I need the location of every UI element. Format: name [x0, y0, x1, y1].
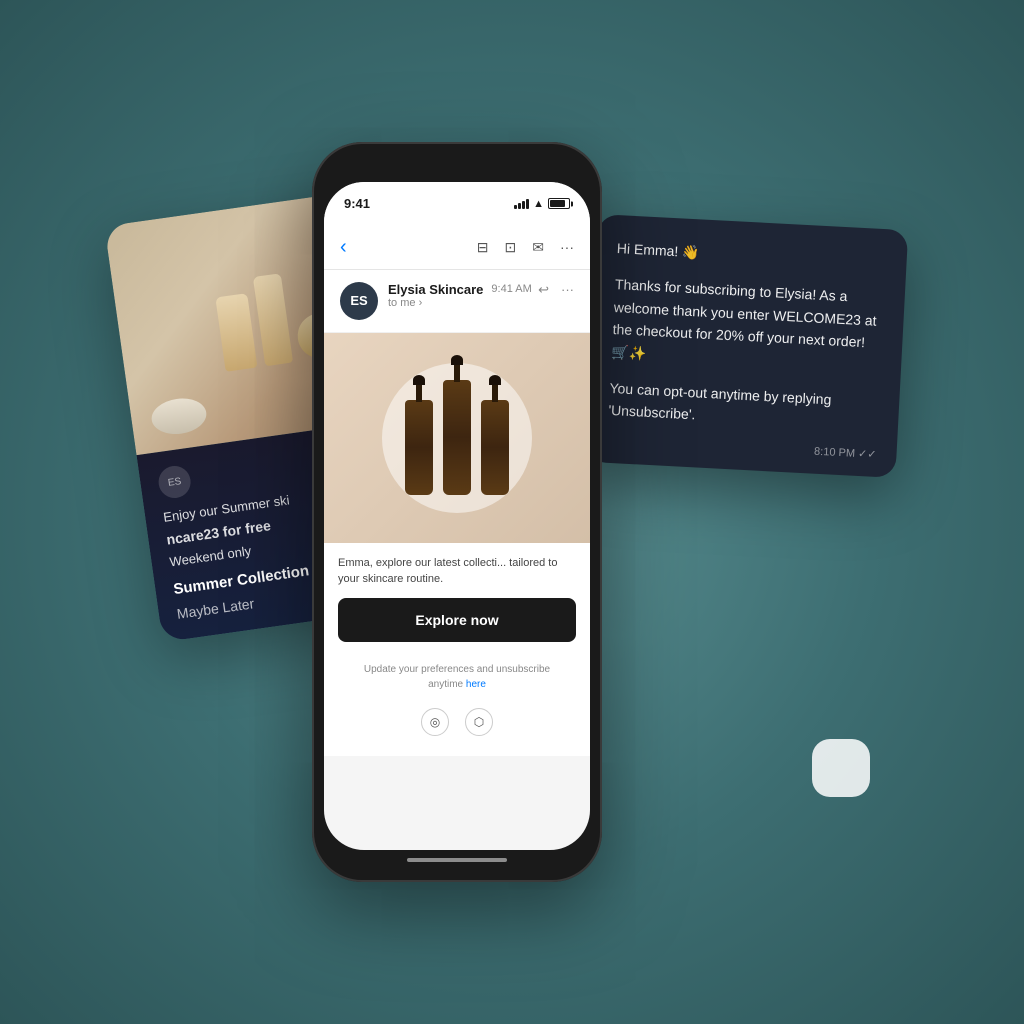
footer-link[interactable]: here: [466, 679, 486, 690]
email-footer: Update your preferences and unsubscribe …: [338, 654, 576, 700]
phone-screen: 9:41 ▲ ‹ ⊟: [324, 182, 590, 850]
stone-decoration: [149, 395, 208, 437]
serum-bottle-3: [481, 400, 509, 495]
more-icon[interactable]: ···: [560, 239, 574, 255]
toolbar-action-icons: ⊟ ⊡ ✉ ···: [477, 239, 574, 256]
status-bar: 9:41 ▲: [324, 182, 590, 226]
wifi-icon: ▲: [533, 198, 544, 210]
product-banner: [324, 333, 590, 543]
email-body: Emma, explore our latest collecti... tai…: [324, 543, 590, 756]
phone-notch: [407, 154, 507, 182]
back-button[interactable]: ‹: [340, 236, 347, 259]
serum-bottle-2: [443, 380, 471, 495]
delete-icon[interactable]: ⊡: [505, 239, 517, 256]
sender-action-icons: ↩ ···: [538, 282, 574, 298]
sms-message-card: Hi Emma! 👋 Thanks for subscribing to Ely…: [586, 214, 909, 478]
sender-to: to me ›: [388, 297, 532, 309]
sms-paragraph1: Thanks for subscribing to Elysia! As a w…: [611, 273, 885, 377]
skincare-card-logo: ES: [157, 464, 193, 500]
status-time: 9:41: [344, 196, 370, 211]
sms-text-content: Hi Emma! 👋 Thanks for subscribing to Ely…: [608, 237, 887, 436]
phone-device: 9:41 ▲ ‹ ⊟: [312, 142, 602, 882]
bottle-tall: [252, 273, 292, 366]
main-scene: ES Enjoy our Summer ski ncare23 for free…: [112, 122, 912, 902]
sender-avatar: ES: [340, 282, 378, 320]
sms-greeting: Hi Emma! 👋: [616, 237, 887, 273]
email-social-icons: ◎ ⬡: [338, 708, 576, 744]
signal-icon: [514, 199, 529, 209]
battery-fill: [550, 200, 565, 207]
sender-info-left: ES Elysia Skincare 9:41 AM to me ›: [340, 282, 532, 320]
reply-icon[interactable]: ↩: [538, 282, 549, 298]
email-more-icon[interactable]: ···: [561, 282, 574, 297]
explore-now-button[interactable]: Explore now: [338, 598, 576, 642]
instagram-icon[interactable]: ⬡: [465, 708, 493, 736]
sms-paragraph2: You can opt-out anytime by replying 'Uns…: [608, 377, 880, 436]
bottle-pump: [215, 293, 257, 372]
sender-details: Elysia Skincare 9:41 AM to me ›: [388, 282, 532, 309]
battery-icon: [548, 198, 570, 209]
sender-name: Elysia Skincare: [388, 282, 483, 297]
serum-bottles: [405, 380, 509, 495]
email-toolbar: ‹ ⊟ ⊡ ✉ ···: [324, 226, 590, 270]
archive-icon[interactable]: ⊟: [477, 239, 489, 256]
email-sender-row: ES Elysia Skincare 9:41 AM to me › ↩ ···: [324, 270, 590, 333]
home-indicator: [407, 858, 507, 862]
status-icons: ▲: [514, 198, 570, 210]
footer-text: Update your preferences and unsubscribe …: [364, 664, 550, 690]
email-body-text: Emma, explore our latest collecti... tai…: [338, 555, 576, 588]
deco-square-bottomright: [812, 739, 870, 797]
serum-bottle-1: [405, 400, 433, 495]
sms-timestamp: 8:10 PM ✓✓: [607, 434, 877, 461]
sender-time: 9:41 AM: [491, 283, 531, 295]
mail-icon[interactable]: ✉: [532, 239, 544, 256]
whatsapp-icon[interactable]: ◎: [421, 708, 449, 736]
